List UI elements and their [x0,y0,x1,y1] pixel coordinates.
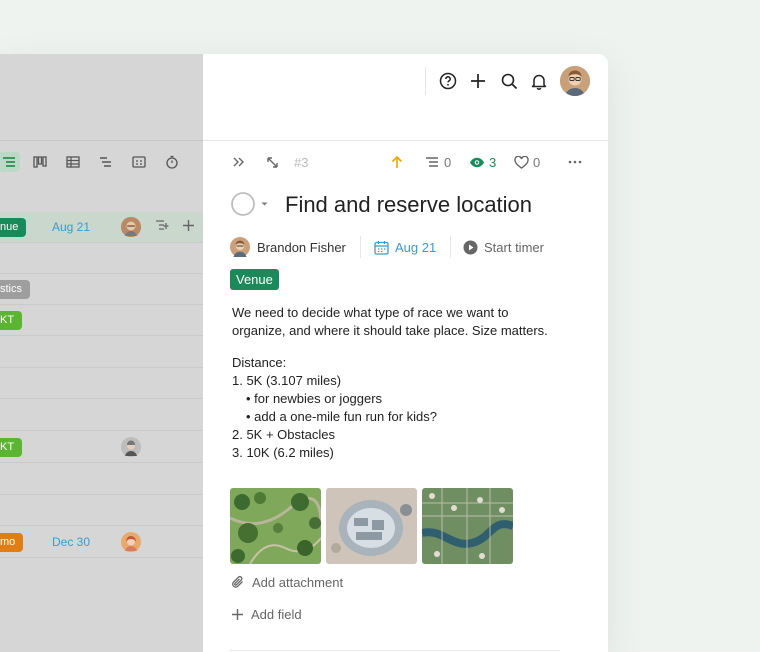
description-line: • add a one-mile fun run for kids? [246,409,437,424]
search-icon[interactable] [499,71,519,91]
add-attachment-label: Add attachment [252,574,344,590]
time-tracking-view-icon[interactable] [161,152,183,172]
description-heading: Distance: [232,355,287,370]
help-icon[interactable] [438,71,458,91]
attachment-image-river[interactable] [422,488,513,564]
description-line: 2. 5K + Obstacles [232,427,335,442]
list-item[interactable]: mo Dec 30 [0,527,203,558]
add-icon[interactable] [468,71,488,91]
start-timer-button[interactable]: Start timer [463,237,544,257]
add-field-button[interactable]: Add field [231,605,302,623]
user-avatar[interactable] [560,66,590,96]
task-number: #3 [294,154,309,170]
subtasks-icon[interactable] [155,219,169,234]
attachment-image-park[interactable] [230,488,321,564]
list-item[interactable] [0,243,203,274]
list-view-icon[interactable] [0,152,20,172]
list-item[interactable] [0,337,203,368]
status-badge: stics [0,280,30,299]
due-date[interactable]: Dec 30 [52,535,90,549]
due-date[interactable]: Aug 21 [374,237,436,257]
description-line: 1. 5K (3.107 miles) [232,373,342,388]
plus-icon [232,608,243,620]
add-field-label: Add field [251,606,302,622]
assignee-avatar [230,237,250,257]
watchers-count[interactable]: 3 [469,153,496,171]
paperclip-icon [232,575,243,588]
list-item[interactable] [0,368,203,399]
attachments [230,488,513,564]
description-line: 3. 10K (6.2 miles) [232,445,334,460]
meta-separator [450,236,451,258]
expand-icon[interactable] [266,153,279,171]
assignee[interactable]: Brandon Fisher [230,237,346,257]
tag-badge[interactable]: Venue [230,269,279,290]
due-date[interactable]: Aug 21 [52,220,90,234]
list-item[interactable]: KT [0,305,203,336]
add-icon[interactable] [182,219,195,235]
priority-icon[interactable] [391,153,403,171]
avatar [121,532,141,552]
avatar [121,437,141,457]
status-badge: nue [0,218,27,237]
table-view-icon[interactable] [62,152,84,172]
play-icon [463,240,478,254]
header-divider [203,140,608,141]
task-detail-panel: #3 0 3 0 Find and reserve location Brand… [203,54,608,652]
status-badge: KT [0,438,23,457]
status-badge: KT [0,311,23,330]
meta-separator [360,236,361,258]
list-item[interactable] [0,495,203,526]
watchers-count-value: 3 [489,154,497,170]
list-item[interactable] [0,464,203,495]
board-view-icon[interactable] [29,152,51,172]
calendar-view-icon[interactable] [128,152,150,172]
app-window: nue Aug 21 stics KT KT mo Dec 30 #3 0 3 … [0,54,608,652]
list-item[interactable] [0,400,203,431]
add-attachment-button[interactable]: Add attachment [231,573,343,591]
more-options-icon[interactable] [568,153,582,171]
due-date-value: Aug 21 [395,239,437,255]
assignee-name: Brandon Fisher [257,239,346,255]
calendar-icon [374,240,389,255]
subtasks-count[interactable]: 0 [425,153,451,171]
task-list-panel: nue Aug 21 stics KT KT mo Dec 30 [0,54,203,652]
likes-count-value: 0 [533,154,541,170]
status-badge: mo [0,533,24,552]
subtasks-count-value: 0 [444,154,452,170]
list-item[interactable]: stics [0,274,203,305]
list-header-divider [0,140,203,141]
collapse-panel-icon[interactable] [232,153,246,171]
task-description[interactable]: We need to decide what type of race we w… [232,304,552,462]
task-title[interactable]: Find and reserve location [285,192,532,218]
section-divider [230,650,560,651]
avatar [121,217,141,237]
attachment-image-sculpture[interactable] [326,488,417,564]
bell-icon[interactable] [529,71,549,91]
topbar-separator [425,67,426,95]
list-item[interactable]: KT [0,432,203,463]
task-status-checkbox[interactable] [231,192,271,223]
list-item[interactable]: nue Aug 21 [0,212,203,243]
start-timer-label: Start timer [484,239,544,255]
gantt-view-icon[interactable] [95,152,117,172]
description-line: • for newbies or joggers [246,391,383,406]
likes-count[interactable]: 0 [514,153,540,171]
description-intro: We need to decide what type of race we w… [232,305,548,338]
